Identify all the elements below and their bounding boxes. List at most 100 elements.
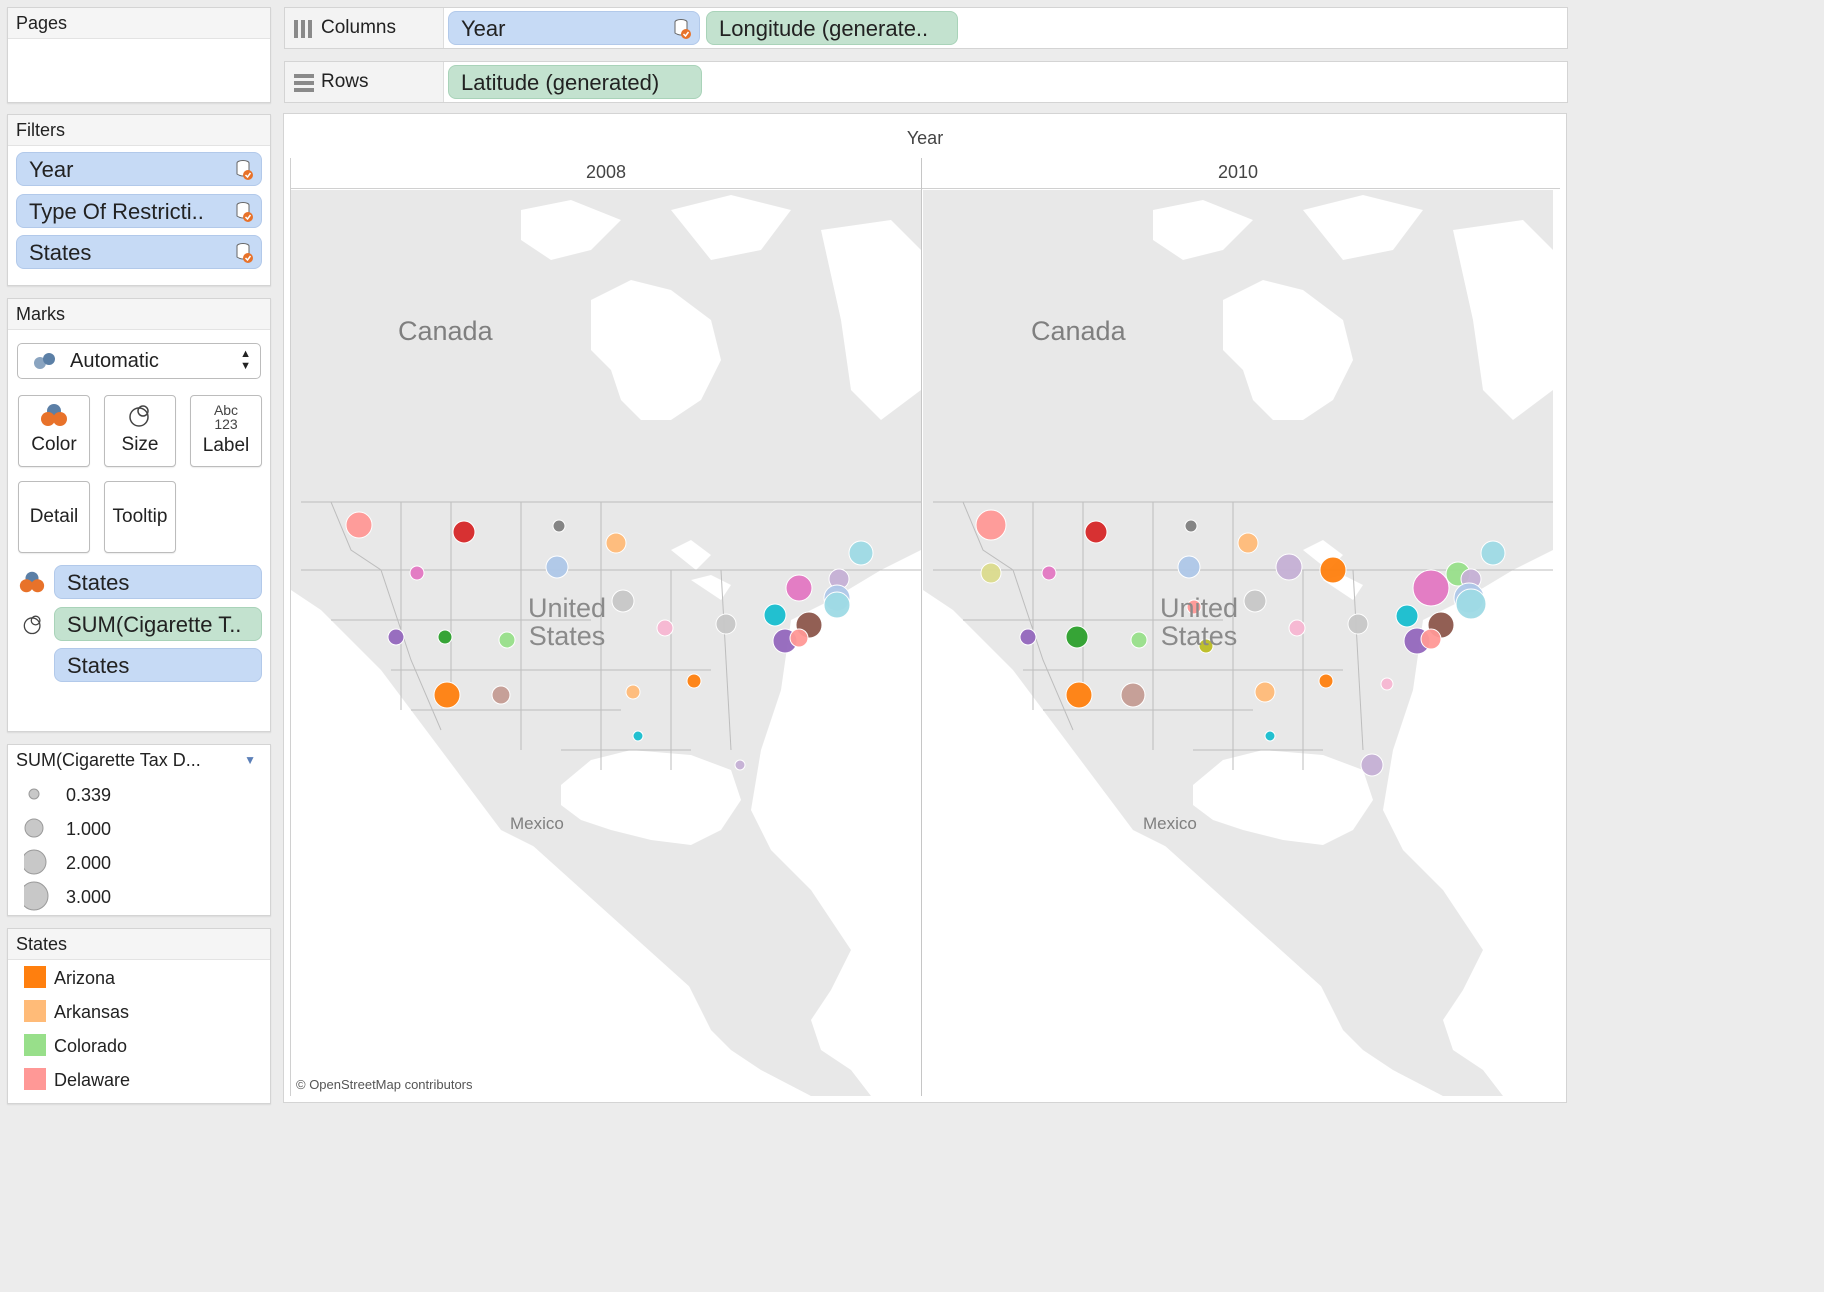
state-mark (611, 589, 635, 613)
country-label-us: United States (528, 593, 607, 651)
size-icon (129, 405, 149, 427)
tooltip-button-label: Tooltip (112, 506, 168, 527)
color-encoding-icon (19, 571, 45, 593)
map-attribution: © OpenStreetMap contributors (296, 1077, 473, 1092)
state-mark (1041, 565, 1057, 581)
filter-pill-label: States (29, 240, 92, 265)
state-mark (625, 684, 641, 700)
state-mark (1347, 613, 1369, 635)
state-mark (785, 574, 813, 602)
state-mark (433, 681, 461, 709)
state-mark (1019, 628, 1037, 646)
country-label-canada: Canada (1031, 316, 1126, 346)
state-mark (1130, 631, 1148, 649)
filter-pill-label: Year (29, 157, 74, 182)
state-mark (452, 520, 476, 544)
filter-pill-states[interactable]: States (16, 235, 262, 269)
map-view: Year 2008 2010 Canada United States Mexic… (283, 113, 1567, 1103)
tooltip-button[interactable]: Tooltip (104, 481, 176, 553)
state-mark (686, 673, 702, 689)
database-check-icon (674, 19, 691, 39)
size-legend-panel: SUM(Cigarette Tax D... ▼ 0.339 1.000 2.0… (7, 744, 271, 916)
state-mark (734, 759, 746, 771)
state-mark (823, 591, 851, 619)
legend-swatch (24, 1068, 46, 1090)
marks-title: Marks (8, 299, 270, 330)
size-button[interactable]: Size (104, 395, 176, 467)
state-mark (498, 631, 516, 649)
state-mark (763, 603, 787, 627)
state-mark (980, 562, 1002, 584)
state-mark (632, 730, 644, 742)
country-label-canada: Canada (398, 316, 493, 346)
state-mark (1264, 730, 1276, 742)
state-mark (975, 509, 1007, 541)
label-button-label: Label (202, 435, 250, 456)
mark-type-select[interactable]: Automatic ▲ ▼ (17, 343, 261, 379)
country-label-us: United States (1160, 593, 1239, 651)
column-header-year: Year (906, 128, 944, 148)
state-mark (1275, 553, 1303, 581)
country-label-mexico: Mexico (510, 814, 564, 833)
pages-panel: Pages (7, 7, 271, 103)
state-mark (1318, 673, 1334, 689)
state-mark (1237, 532, 1259, 554)
rows-pill-latitude[interactable]: Latitude (generated) (448, 65, 702, 99)
circles-icon (34, 353, 55, 369)
state-mark (1412, 569, 1450, 607)
dropdown-arrow-icon[interactable]: ▼ (244, 745, 256, 775)
filter-pill-type-of-restriction[interactable]: Type Of Restricti.. (16, 194, 262, 228)
states-legend-title: States (8, 929, 270, 960)
state-mark (1177, 555, 1201, 579)
state-mark (552, 519, 566, 533)
state-mark (848, 540, 874, 566)
state-mark (1319, 556, 1347, 584)
state-mark (545, 555, 569, 579)
filters-panel: Filters Year Type Of Restricti.. States (7, 114, 271, 286)
marks-panel: Marks Automatic ▲ ▼ Color Size Abc 123 Lab… (7, 298, 271, 732)
state-mark (1065, 681, 1093, 709)
pane-header-2010: 2010 (1217, 162, 1259, 182)
pane-header-2008: 2008 (585, 162, 627, 182)
color-button-label: Color (31, 434, 77, 455)
state-mark (1420, 628, 1442, 650)
state-mark (1120, 682, 1146, 708)
country-label-mexico: Mexico (1143, 814, 1197, 833)
state-mark (1395, 604, 1419, 628)
state-mark (1380, 677, 1394, 691)
state-mark (1288, 619, 1306, 637)
legend-swatch (24, 1034, 46, 1056)
state-mark (345, 511, 373, 539)
pages-title: Pages (8, 8, 270, 39)
detail-button-label: Detail (29, 506, 79, 527)
size-legend-title[interactable]: SUM(Cigarette Tax D... ▼ (8, 745, 270, 775)
state-mark (387, 628, 405, 646)
columns-pill-year[interactable]: Year (448, 11, 700, 45)
rows-icon (294, 74, 314, 92)
columns-shelf: Columns Year Longitude (generate.. (284, 7, 1568, 49)
legend-swatch (24, 966, 46, 988)
state-mark (1243, 589, 1267, 613)
legend-swatch (24, 1000, 46, 1022)
detail-button[interactable]: Detail (18, 481, 90, 553)
marks-field-states-color[interactable]: States (54, 565, 262, 599)
rows-shelf: Rows Latitude (generated) (284, 61, 1568, 103)
marks-field-states-detail[interactable]: States (54, 648, 262, 682)
color-button[interactable]: Color (18, 395, 90, 467)
filter-pill-year[interactable]: Year (16, 152, 262, 186)
state-mark (1455, 588, 1487, 620)
database-check-icon (236, 202, 253, 222)
size-encoding-icon (23, 615, 41, 635)
label-button[interactable]: Abc 123 Label (190, 395, 262, 467)
states-legend-panel: States Arizona Arkansas Colorado Delawar… (7, 928, 271, 1104)
state-mark (1184, 519, 1198, 533)
columns-pill-longitude[interactable]: Longitude (generate.. (706, 11, 958, 45)
state-mark (605, 532, 627, 554)
database-check-icon (236, 243, 253, 263)
state-mark (1065, 625, 1089, 649)
marks-field-sum-cigarette-size[interactable]: SUM(Cigarette T.. (54, 607, 262, 641)
size-button-label: Size (121, 434, 159, 455)
state-mark (1480, 540, 1506, 566)
state-mark (715, 613, 737, 635)
state-mark (491, 685, 511, 705)
